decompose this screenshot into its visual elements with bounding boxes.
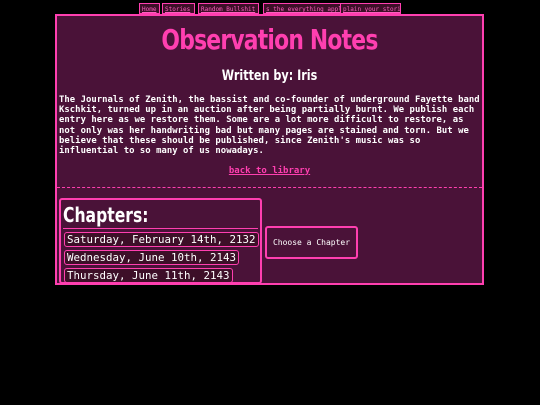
nav-everything-app-link[interactable]: s the everything appl	[263, 3, 343, 14]
main-panel: Observation Notes Written by: Iris The J…	[55, 14, 484, 285]
chapter-button[interactable]: Wednesday, June 10th, 2143	[64, 250, 240, 265]
section-divider	[57, 187, 482, 188]
chapter-button[interactable]: Thursday, June 11th, 2143	[64, 268, 233, 283]
back-to-library-link[interactable]: back to library	[57, 166, 482, 177]
nav-stories-link[interactable]: Stories	[162, 3, 195, 14]
chapter-button[interactable]: Saturday, February 14th, 2132	[64, 232, 259, 247]
page-title: Observation Notes	[161, 23, 378, 56]
author-byline: Written by: Iris	[221, 68, 318, 84]
chapters-divider	[63, 228, 258, 229]
chapters-heading: Chapters:	[63, 203, 149, 227]
nav-home-link[interactable]: Home	[139, 3, 160, 14]
nav-random-bullshit-link[interactable]: Random Bullshit	[198, 3, 259, 14]
nav-explain-stories-link[interactable]: plain your storie	[340, 3, 401, 14]
intro-paragraph: The Journals of Zenith, the bassist and …	[59, 95, 480, 157]
chapter-reader-placeholder: Choose a Chapter	[265, 226, 358, 259]
chapters-list-box: Chapters: Saturday, February 14th, 2132 …	[59, 198, 262, 284]
